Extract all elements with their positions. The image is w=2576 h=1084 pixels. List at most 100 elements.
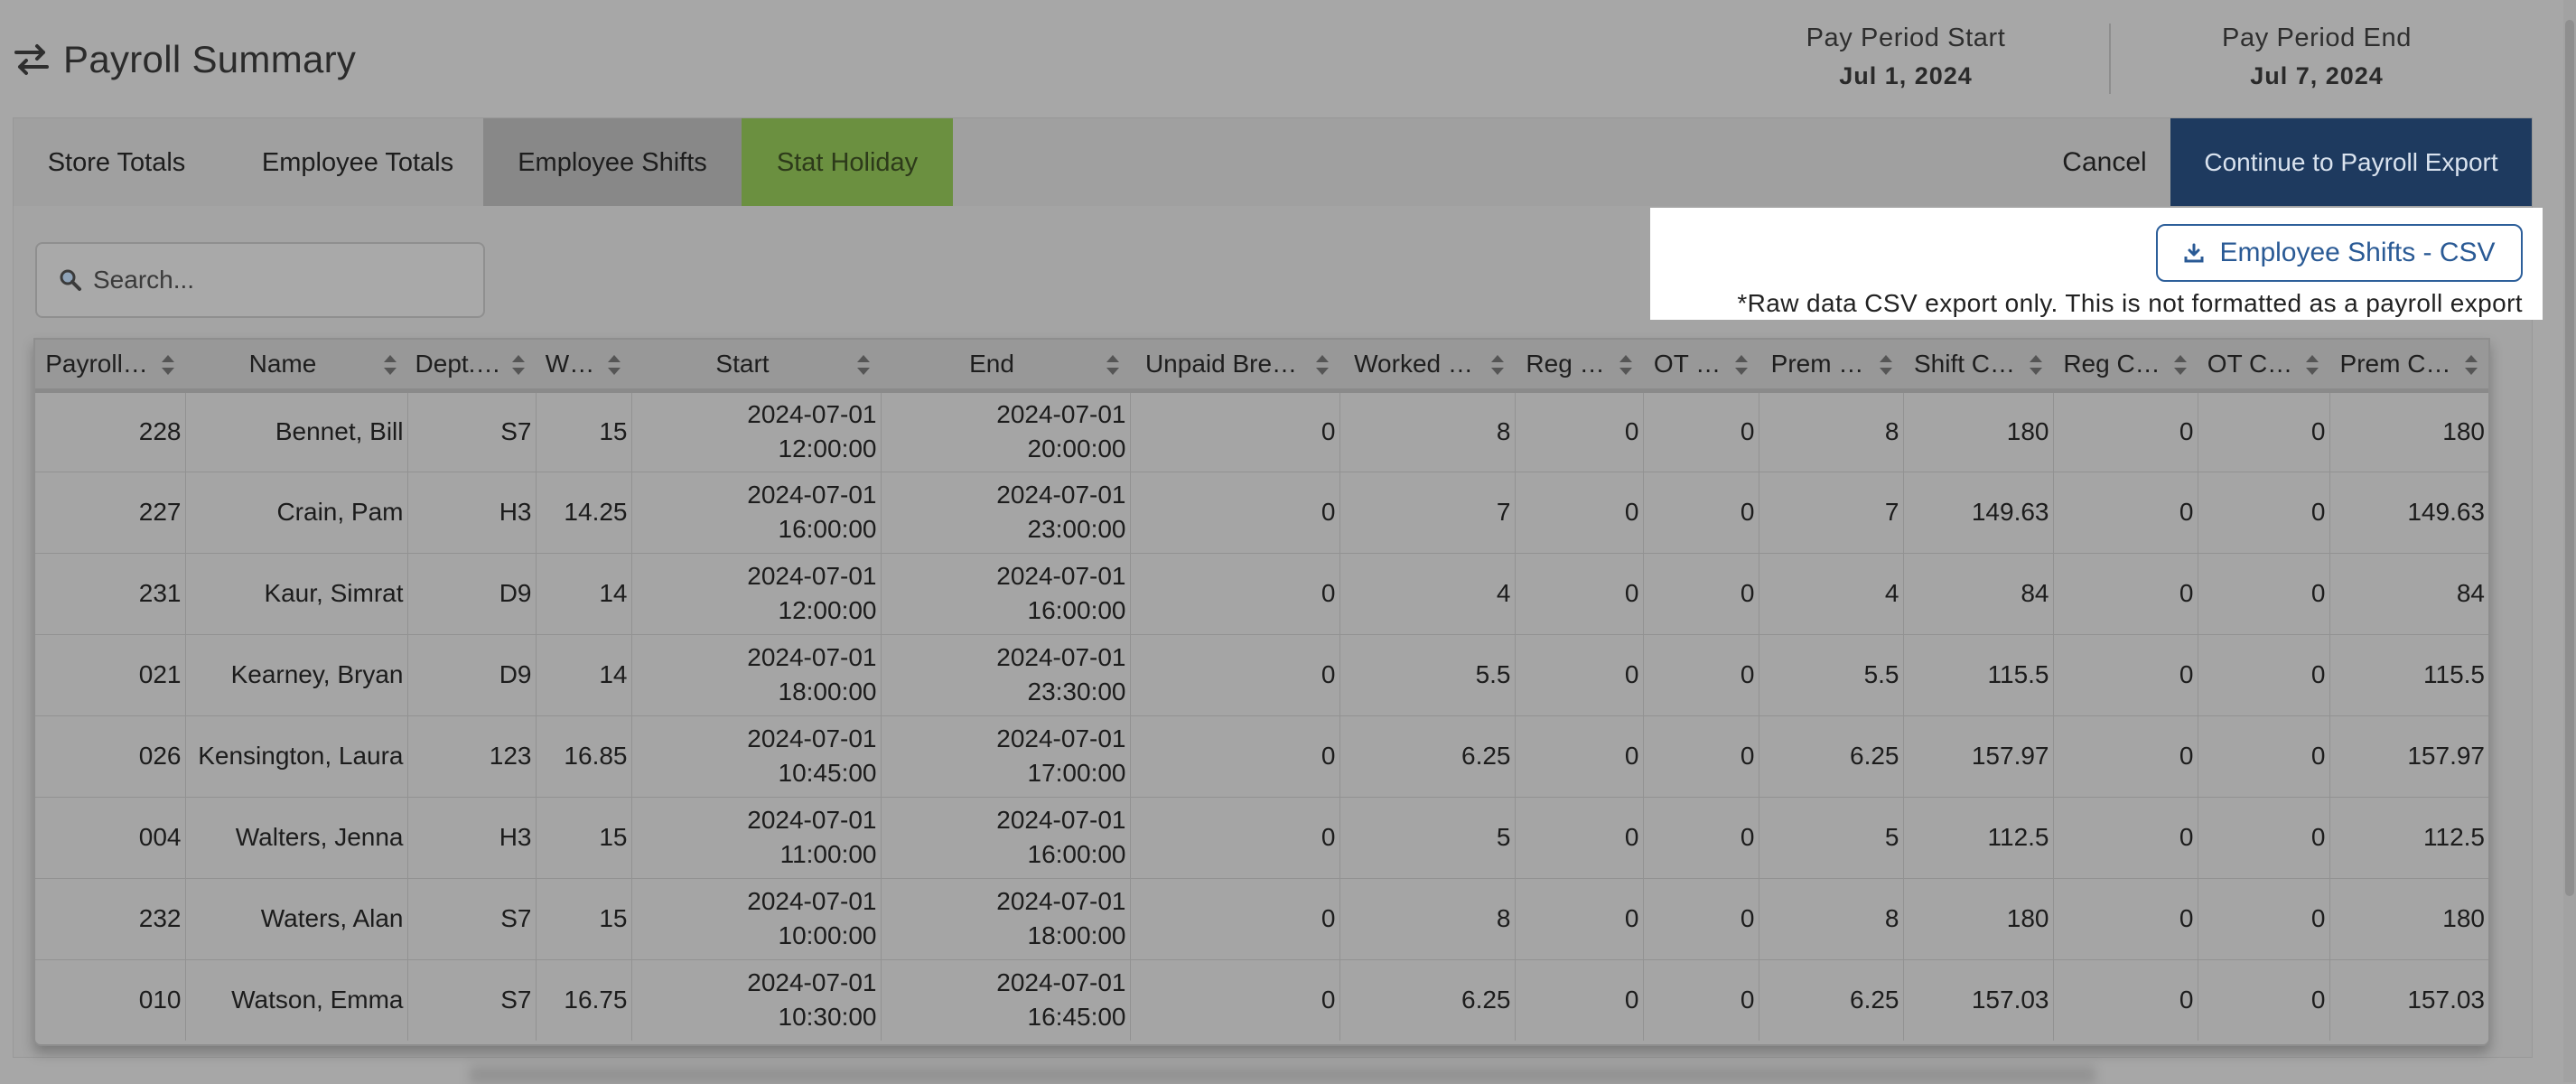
sort-icon[interactable] bbox=[510, 351, 527, 378]
cell-start-time: 16:00:00 bbox=[778, 515, 877, 543]
cell-unpaid-break: 0 bbox=[1130, 715, 1340, 798]
cell-end-time: 16:00:00 bbox=[1027, 596, 1126, 624]
cell-end-date: 2024-07-01 bbox=[996, 887, 1126, 915]
cell-start-date: 2024-07-01 bbox=[747, 968, 877, 997]
shifts-table: Payroll… Name Dept.… W… Start End Unpaid Bre… W… bbox=[33, 338, 2490, 1046]
cell-wage: 15 bbox=[536, 878, 632, 960]
column-header-prem-cost[interactable]: Prem C… bbox=[2329, 340, 2488, 393]
cell-reg: 0 bbox=[1515, 390, 1644, 472]
scrollbar-thumb[interactable] bbox=[2565, 20, 2574, 896]
cell-payroll: 021 bbox=[35, 634, 186, 716]
cell-start: 2024-07-01 10:30:00 bbox=[631, 959, 882, 1041]
table-row[interactable]: 228 Bennet, Bill S7 15 2024-07-01 12:00:00 202… bbox=[35, 390, 2488, 472]
cell-start-time: 11:00:00 bbox=[779, 840, 877, 868]
sort-icon[interactable] bbox=[2304, 351, 2320, 378]
cell-end: 2024-07-01 18:00:00 bbox=[881, 878, 1131, 960]
cell-reg-cost: 0 bbox=[2053, 715, 2198, 798]
tab-stat-holiday[interactable]: Stat Holiday bbox=[742, 118, 953, 207]
cancel-button[interactable]: Cancel bbox=[2037, 118, 2172, 207]
cell-reg: 0 bbox=[1515, 634, 1644, 716]
column-header-reg-cost[interactable]: Reg C… bbox=[2053, 340, 2198, 393]
cell-wage: 14 bbox=[536, 634, 632, 716]
cell-start-date: 2024-07-01 bbox=[747, 724, 877, 752]
cell-name: Watson, Emma bbox=[185, 959, 408, 1041]
cell-start-time: 10:30:00 bbox=[778, 1003, 877, 1032]
sort-icon[interactable] bbox=[2463, 351, 2479, 378]
column-header-end[interactable]: End bbox=[881, 340, 1130, 393]
column-header-worked[interactable]: Worked … bbox=[1339, 340, 1515, 393]
column-header-label: Worked … bbox=[1354, 349, 1473, 378]
column-header-label: OT … bbox=[1653, 349, 1722, 378]
cell-wage: 15 bbox=[536, 390, 632, 472]
cell-end: 2024-07-01 23:00:00 bbox=[881, 472, 1131, 554]
column-header-wage[interactable]: W… bbox=[536, 340, 631, 393]
column-header-name[interactable]: Name bbox=[185, 340, 407, 393]
column-header-shift-cost[interactable]: Shift C… bbox=[1903, 340, 2053, 393]
period-divider bbox=[2109, 23, 2111, 94]
table-row[interactable]: 227 Crain, Pam H3 14.25 2024-07-01 16:00:00 20… bbox=[35, 472, 2488, 554]
tab-store-totals[interactable]: Store Totals bbox=[14, 118, 219, 207]
column-header-label: Reg C… bbox=[2063, 349, 2161, 378]
sort-icon[interactable] bbox=[160, 351, 176, 378]
cell-dept: S7 bbox=[407, 959, 537, 1041]
title-group: Payroll Summary bbox=[13, 38, 356, 81]
tab-employee-totals[interactable]: Employee Totals bbox=[219, 118, 496, 207]
cell-prem: 6.25 bbox=[1759, 715, 1904, 798]
table-row[interactable]: 010 Watson, Emma S7 16.75 2024-07-01 10:30:00… bbox=[35, 959, 2488, 1041]
continue-to-payroll-export-button[interactable]: Continue to Payroll Export bbox=[2170, 118, 2532, 207]
column-header-prem[interactable]: Prem … bbox=[1759, 340, 1903, 393]
table-row[interactable]: 004 Walters, Jenna H3 15 2024-07-01 11:00:00 2… bbox=[35, 797, 2488, 879]
cell-start: 2024-07-01 12:00:00 bbox=[631, 390, 882, 472]
cell-start-time: 10:45:00 bbox=[778, 759, 877, 787]
column-header-payroll[interactable]: Payroll… bbox=[35, 340, 185, 393]
sort-icon[interactable] bbox=[606, 351, 622, 378]
column-header-unpaid-break[interactable]: Unpaid Bre… bbox=[1130, 340, 1339, 393]
column-header-ot[interactable]: OT … bbox=[1643, 340, 1759, 393]
cell-prem: 4 bbox=[1759, 553, 1904, 635]
cell-prem-cost: 84 bbox=[2329, 553, 2488, 635]
cell-reg: 0 bbox=[1515, 878, 1644, 960]
table-body: 228 Bennet, Bill S7 15 2024-07-01 12:00:00 202… bbox=[35, 390, 2488, 1041]
cell-wage: 14.25 bbox=[536, 472, 632, 554]
column-header-start[interactable]: Start bbox=[631, 340, 881, 393]
column-header-ot-cost[interactable]: OT C… bbox=[2198, 340, 2329, 393]
sort-icon[interactable] bbox=[2028, 351, 2044, 378]
bottom-shadow bbox=[470, 1066, 2095, 1084]
sort-icon[interactable] bbox=[1105, 351, 1121, 378]
sort-icon[interactable] bbox=[2172, 351, 2189, 378]
swap-arrows-icon bbox=[14, 44, 49, 75]
search-box[interactable] bbox=[35, 242, 485, 318]
cell-wage: 16.85 bbox=[536, 715, 632, 798]
table-row[interactable]: 232 Waters, Alan S7 15 2024-07-01 10:00:00 202… bbox=[35, 878, 2488, 960]
shifts-table-grid: Payroll… Name Dept.… W… Start End Unpaid Bre… W… bbox=[35, 340, 2488, 1041]
sort-icon[interactable] bbox=[1733, 351, 1750, 378]
cell-name: Bennet, Bill bbox=[185, 390, 408, 472]
sort-icon[interactable] bbox=[855, 351, 872, 378]
cell-ot: 0 bbox=[1643, 472, 1759, 554]
cell-end-time: 23:00:00 bbox=[1027, 515, 1126, 543]
search-input[interactable] bbox=[91, 265, 474, 295]
cell-wage: 16.75 bbox=[536, 959, 632, 1041]
column-header-dept[interactable]: Dept.… bbox=[407, 340, 536, 393]
page-header: Payroll Summary Pay Period Start Jul 1, … bbox=[0, 0, 2576, 117]
column-header-label: Dept.… bbox=[415, 349, 501, 378]
table-row[interactable]: 026 Kensington, Laura 123 16.85 2024-07-01 10… bbox=[35, 715, 2488, 798]
cell-shift-cost: 112.5 bbox=[1903, 797, 2054, 879]
cell-ot: 0 bbox=[1643, 553, 1759, 635]
cell-shift-cost: 84 bbox=[1903, 553, 2054, 635]
sort-icon[interactable] bbox=[1878, 351, 1894, 378]
cell-shift-cost: 180 bbox=[1903, 390, 2054, 472]
sort-icon[interactable] bbox=[1618, 351, 1634, 378]
tab-employee-shifts[interactable]: Employee Shifts bbox=[483, 118, 742, 207]
sort-icon[interactable] bbox=[1489, 351, 1506, 378]
sort-icon[interactable] bbox=[382, 351, 398, 378]
employee-shifts-csv-button[interactable]: Employee Shifts - CSV bbox=[2156, 224, 2523, 282]
sort-icon[interactable] bbox=[1314, 351, 1330, 378]
cell-start-time: 10:00:00 bbox=[778, 921, 877, 949]
table-row[interactable]: 231 Kaur, Simrat D9 14 2024-07-01 12:00:00 202… bbox=[35, 553, 2488, 635]
cell-worked: 4 bbox=[1339, 553, 1516, 635]
cell-worked: 8 bbox=[1339, 390, 1516, 472]
column-header-reg[interactable]: Reg … bbox=[1515, 340, 1643, 393]
cell-ot-cost: 0 bbox=[2198, 797, 2330, 879]
table-row[interactable]: 021 Kearney, Bryan D9 14 2024-07-01 18:00:00 2… bbox=[35, 634, 2488, 716]
